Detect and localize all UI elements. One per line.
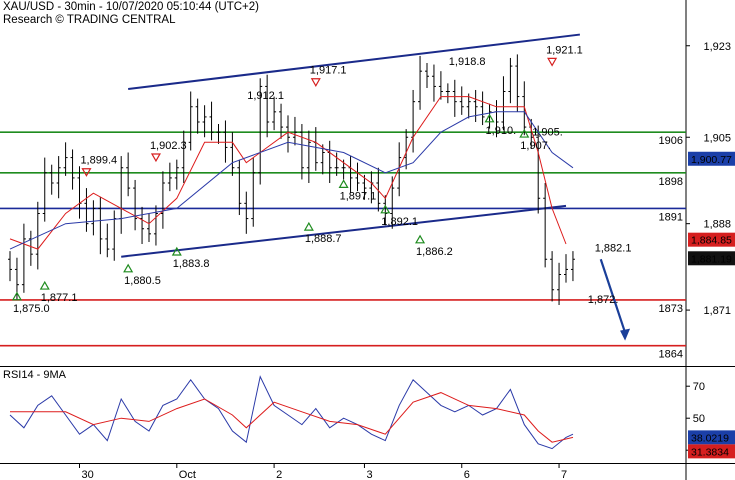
annotation-label: 1,880.5 bbox=[124, 275, 161, 287]
chart-root: XAU/USD - 30min - 10/07/2020 05:10:44 (U… bbox=[0, 0, 735, 480]
level-label-1898: 1898 bbox=[659, 176, 683, 188]
annotation-label: 1,877.1 bbox=[41, 292, 78, 304]
level-label-1873: 1873 bbox=[659, 303, 683, 315]
price-y-tick-label: 1,871 bbox=[703, 305, 731, 317]
annotation-label: 1,875.0 bbox=[13, 303, 50, 315]
x-tick-label: 2 bbox=[276, 469, 282, 480]
annotation-label: 1,897.1 bbox=[340, 190, 377, 202]
x-tick-label: 7 bbox=[561, 469, 567, 480]
annotation-label: 1,912.1 bbox=[247, 90, 284, 102]
rsi-y-tick-label: 50 bbox=[693, 413, 705, 425]
x-tick-label: 3 bbox=[366, 469, 372, 480]
rsi-y-tick-label: 70 bbox=[693, 381, 705, 393]
annotation-label: 1,918.8 bbox=[449, 56, 486, 68]
value-badge-label: 38.0219 bbox=[691, 432, 729, 444]
annotation-label: 1,888.7 bbox=[305, 233, 342, 245]
price-chart-svg[interactable]: 1,9231,9051,8881,87170503030Oct236719061… bbox=[0, 0, 735, 480]
chart-subtitle: Research © TRADING CENTRAL bbox=[3, 14, 176, 26]
annotation-label: 1,905. bbox=[532, 126, 563, 138]
price-y-tick-label: 1,923 bbox=[703, 41, 731, 53]
x-tick-label: Oct bbox=[179, 469, 196, 480]
level-label-1906: 1906 bbox=[659, 135, 683, 147]
annotation-label: 1,883.8 bbox=[173, 258, 210, 270]
x-tick-label: 30 bbox=[82, 469, 94, 480]
annotation-label: 1,910. bbox=[486, 125, 517, 137]
annotation-label: 1,872. bbox=[588, 294, 619, 306]
value-badge-label: 1,881.19 bbox=[691, 253, 732, 265]
value-badge-label: 31.3834 bbox=[691, 446, 729, 458]
chart-background bbox=[0, 0, 735, 480]
annotation-label: 1,921.1 bbox=[546, 44, 583, 56]
x-tick-label: 6 bbox=[464, 469, 470, 480]
value-badge-label: 1,900.77 bbox=[691, 154, 732, 166]
rsi-title: RSI14 - 9MA bbox=[3, 369, 67, 381]
chart-title: XAU/USD - 30min - 10/07/2020 05:10:44 (U… bbox=[3, 1, 259, 13]
level-label-1864: 1864 bbox=[659, 349, 683, 361]
annotation-label: 1,886.2 bbox=[416, 246, 453, 258]
annotation-label: 1,899.4 bbox=[80, 155, 117, 167]
price-y-tick-label: 1,905 bbox=[703, 132, 731, 144]
annotation-label: 1,882.1 bbox=[595, 243, 632, 255]
annotation-label: 1,892.1 bbox=[381, 216, 418, 228]
annotation-label: 1,907. bbox=[520, 140, 551, 152]
annotation-label: 1,917.1 bbox=[310, 65, 347, 77]
annotation-label: 1,902.3 bbox=[150, 140, 187, 152]
value-badge-label: 1,884.85 bbox=[691, 235, 732, 247]
level-label-1891: 1891 bbox=[659, 211, 683, 223]
price-y-tick-label: 1,888 bbox=[703, 219, 731, 231]
